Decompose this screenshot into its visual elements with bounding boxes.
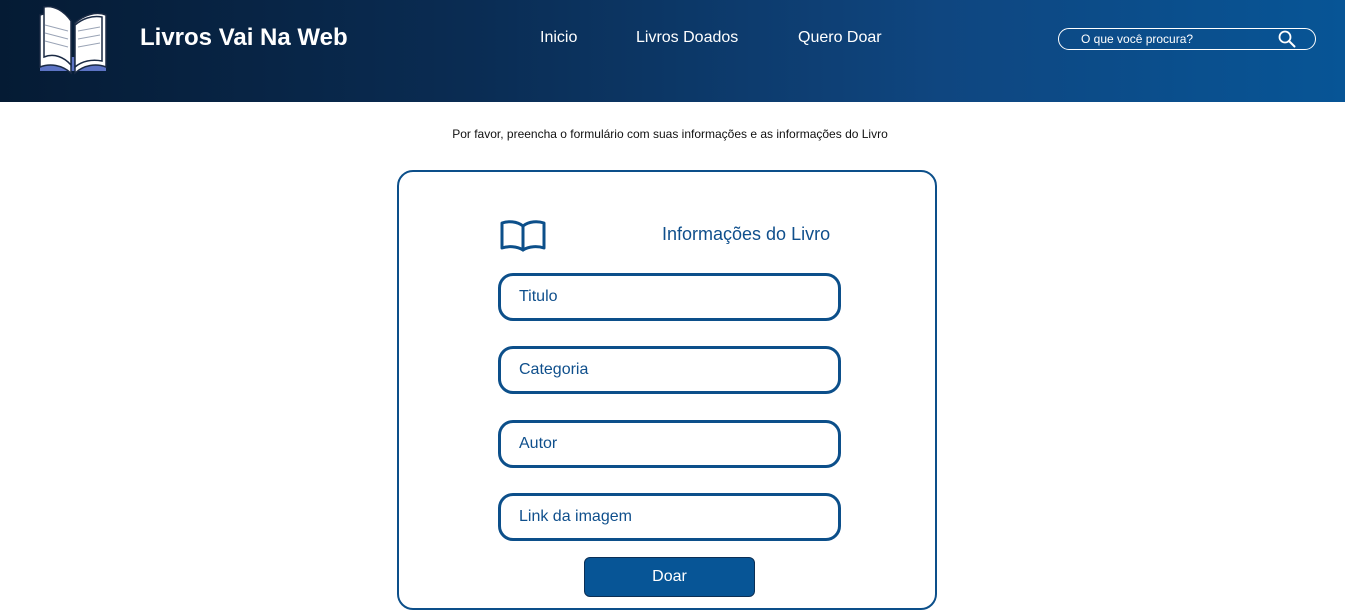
search-bar: [1058, 28, 1316, 50]
open-book-logo-icon[interactable]: [36, 5, 110, 75]
form-instructions: Por favor, preencha o formulário com sua…: [452, 127, 888, 141]
search-icon[interactable]: [1278, 30, 1296, 48]
book-icon: [500, 220, 546, 252]
nav-link-quero-doar[interactable]: Quero Doar: [798, 29, 882, 47]
doar-button[interactable]: Doar: [584, 557, 755, 597]
search-input[interactable]: [1059, 29, 1281, 49]
categoria-field[interactable]: [498, 346, 841, 394]
nav-link-inicio[interactable]: Inicio: [540, 29, 577, 47]
titulo-field[interactable]: [498, 273, 841, 321]
nav-link-livros-doados[interactable]: Livros Doados: [636, 29, 738, 47]
autor-field[interactable]: [498, 420, 841, 468]
form-section-title: Informações do Livro: [662, 224, 831, 244]
site-header: Livros Vai Na Web Inicio Livros Doados Q…: [0, 0, 1345, 102]
brand-title[interactable]: Livros Vai Na Web: [140, 24, 348, 52]
link-imagem-field[interactable]: [498, 493, 841, 541]
